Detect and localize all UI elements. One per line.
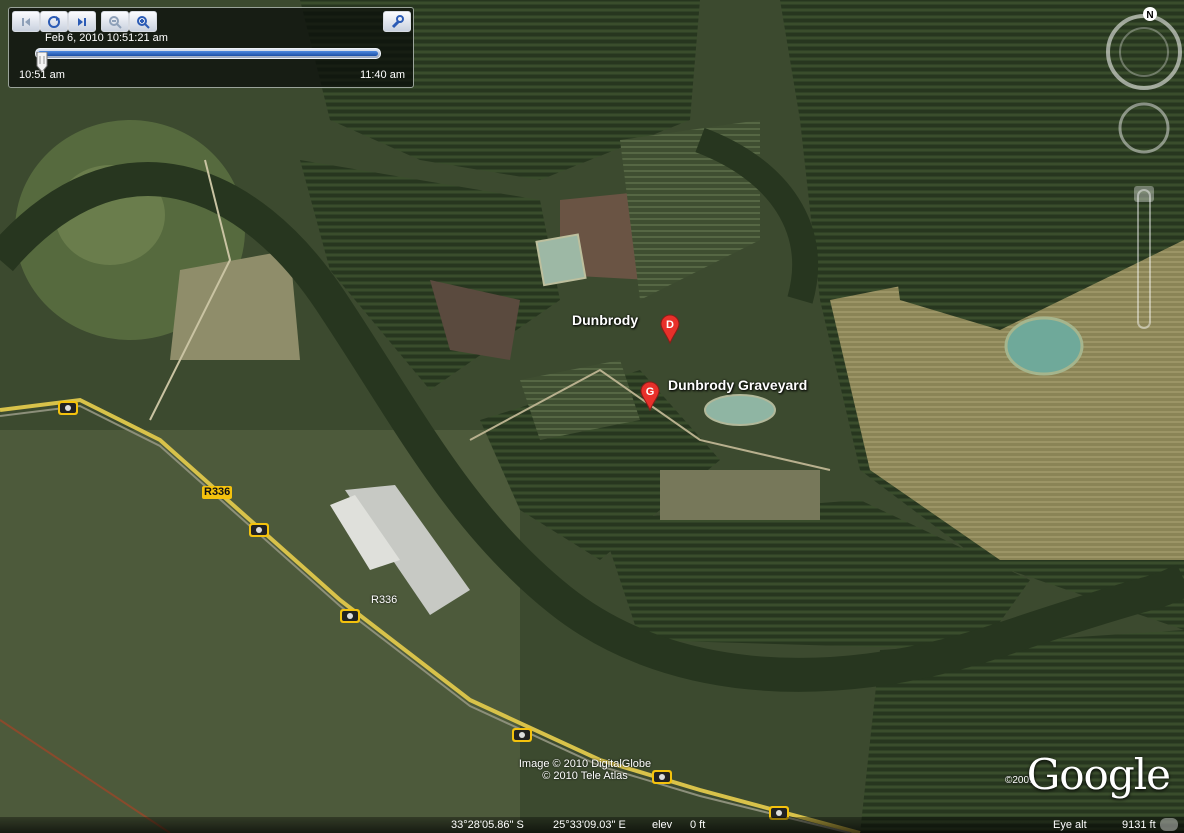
eye-altitude-label: Eye alt bbox=[1053, 819, 1087, 831]
time-track-fill bbox=[38, 51, 378, 56]
zoom-in-icon[interactable] bbox=[129, 11, 157, 32]
step-back-icon[interactable] bbox=[12, 11, 40, 32]
svg-text:G: G bbox=[646, 386, 655, 398]
road-shield-r336: R336 bbox=[202, 486, 233, 499]
road-label-r336: R336 bbox=[371, 594, 398, 606]
camera-icon[interactable] bbox=[57, 398, 79, 416]
wrench-icon[interactable] bbox=[383, 11, 411, 32]
streaming-indicator-icon bbox=[1160, 818, 1178, 831]
time-track[interactable] bbox=[35, 48, 381, 59]
play-icon[interactable] bbox=[40, 11, 68, 32]
time-slider-panel: Feb 6, 2010 10:51:21 am 10:51 am 11:40 a… bbox=[8, 7, 414, 88]
satellite-map[interactable] bbox=[0, 0, 1184, 833]
placemark-pin-icon[interactable]: D bbox=[659, 314, 681, 344]
camera-icon[interactable] bbox=[248, 520, 270, 538]
north-indicator[interactable]: N bbox=[1143, 7, 1157, 21]
compass-ring-icon[interactable] bbox=[1106, 14, 1182, 90]
place-label-dunbrody[interactable]: Dunbrody bbox=[572, 312, 638, 328]
elevation-label: elev bbox=[652, 819, 673, 831]
zoom-slider[interactable] bbox=[1134, 186, 1154, 329]
attribution-line-2: © 2010 Tele Atlas bbox=[542, 770, 628, 782]
imagery-attribution: Image © 2010 DigitalGlobe © 2010 Tele At… bbox=[505, 758, 665, 782]
time-end-label: 11:40 am bbox=[359, 69, 405, 81]
navigation-controls: N bbox=[1106, 7, 1182, 329]
camera-icon[interactable] bbox=[339, 606, 361, 624]
camera-icon[interactable] bbox=[511, 725, 533, 743]
time-start-label: 10:51 am bbox=[19, 69, 65, 81]
placemark-pin-icon[interactable]: G bbox=[639, 381, 661, 411]
svg-text:D: D bbox=[666, 319, 674, 331]
zoom-slider-handle[interactable] bbox=[1134, 186, 1154, 202]
google-logo: Google bbox=[1026, 750, 1171, 799]
longitude-readout: 25°33'09.03" E bbox=[553, 819, 626, 831]
latitude-readout: 33°28'05.86" S bbox=[451, 819, 524, 831]
status-bar: 33°28'05.86" S 25°33'09.03" E elev 0 ft … bbox=[0, 817, 1184, 833]
look-joystick-icon[interactable] bbox=[1118, 102, 1170, 154]
time-date-label: Feb 6, 2010 10:51:21 am bbox=[45, 32, 168, 44]
place-label-dunbrody-graveyard[interactable]: Dunbrody Graveyard bbox=[668, 377, 807, 393]
eye-altitude-value: 9131 ft bbox=[1122, 819, 1156, 831]
elevation-value: 0 ft bbox=[690, 819, 706, 831]
north-label: N bbox=[1146, 10, 1153, 21]
attribution-line-1: Image © 2010 DigitalGlobe bbox=[518, 758, 652, 770]
zoom-out-icon[interactable] bbox=[101, 11, 129, 32]
step-forward-icon[interactable] bbox=[68, 11, 96, 32]
